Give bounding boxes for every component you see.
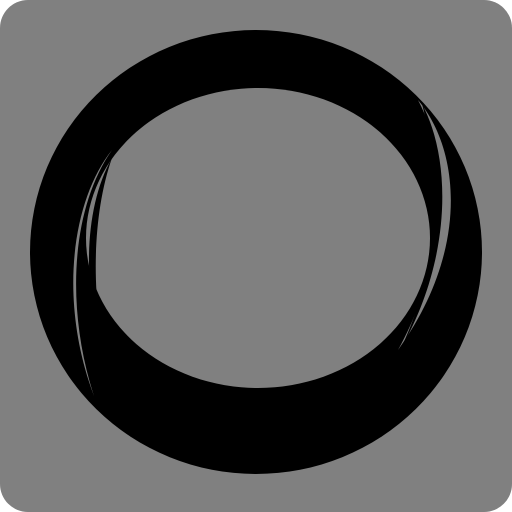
ring-shape bbox=[30, 30, 482, 474]
app-icon-tile bbox=[0, 0, 512, 512]
ring-logo-icon bbox=[30, 30, 482, 474]
